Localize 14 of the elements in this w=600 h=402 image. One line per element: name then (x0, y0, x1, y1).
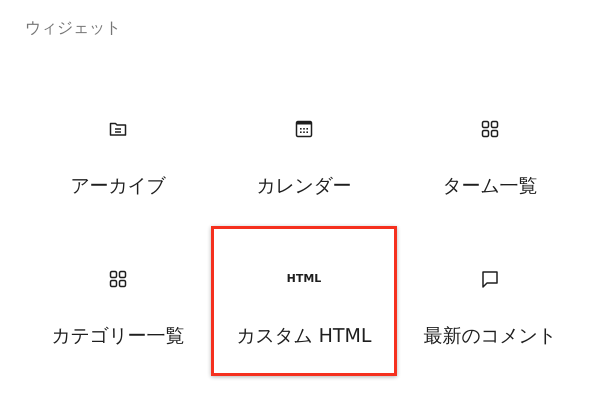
widget-label: 最新のコメント (424, 324, 556, 348)
widget-label: カレンダー (256, 174, 352, 198)
widget-item[interactable]: カテゴリー一覧 (25, 226, 211, 376)
widget-label: カスタム HTML (236, 324, 372, 348)
widget-label: カテゴリー一覧 (52, 324, 184, 348)
widget-label: アーカイブ (70, 174, 166, 198)
widget-item[interactable]: 最新のコメント (397, 226, 583, 376)
html-icon: HTML (286, 267, 322, 291)
widget-item[interactable]: HTML カスタム HTML (211, 226, 397, 376)
widget-item[interactable]: カレンダー (211, 76, 397, 226)
widget-label: ターム一覧 (442, 174, 538, 198)
section-title: ウィジェット (25, 17, 121, 39)
widget-item[interactable]: ターム一覧 (397, 76, 583, 226)
widget-item[interactable]: アーカイブ (25, 76, 211, 226)
